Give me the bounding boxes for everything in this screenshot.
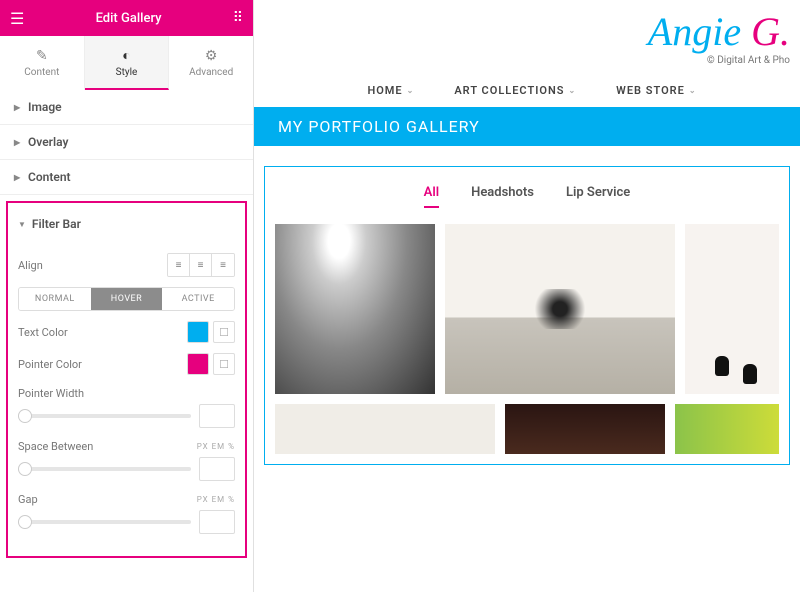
logo-part2: G. [751,9,790,54]
gallery-image[interactable] [275,224,435,394]
align-center-button[interactable]: ≡ [190,254,212,276]
nav-label: HOME [367,84,402,97]
filter-lipservice[interactable]: Lip Service [566,185,630,208]
align-row: Align ≡ ≡ ≡ [18,253,235,277]
text-color-label: Text Color [18,326,187,339]
align-left-icon: ≡ [176,260,182,271]
pointer-width-label: Pointer Width [18,387,84,400]
state-active[interactable]: ACTIVE [162,288,234,310]
gallery-image[interactable] [685,224,779,394]
state-normal[interactable]: NORMAL [19,288,91,310]
pointer-width-slider[interactable] [18,414,191,418]
section-label: Overlay [28,135,68,149]
gallery-filters: All Headshots Lip Service [275,185,779,208]
copyright: © Digital Art & Pho [264,55,790,66]
tab-label: Advanced [189,67,233,78]
pointer-color-clear[interactable]: ☐ [213,353,235,375]
align-right-button[interactable]: ≡ [212,254,234,276]
gallery-grid [275,224,779,394]
nav-home[interactable]: HOME ⌄ [367,84,414,97]
gallery-grid-row2 [275,404,779,454]
tab-content[interactable]: ✎ Content [0,36,85,90]
site-header: Angie G. © Digital Art & Pho [254,0,800,66]
filter-all[interactable]: All [424,185,439,208]
filter-bar-section: ▼ Filter Bar Align ≡ ≡ ≡ NORMAL HOVER AC… [6,201,247,558]
text-color-swatch[interactable] [187,321,209,343]
state-hover[interactable]: HOVER [91,288,163,310]
contrast-icon: ◐ [122,47,130,64]
slider-thumb[interactable] [18,462,32,476]
filter-bar-header[interactable]: ▼ Filter Bar [18,213,235,243]
caret-right-icon: ▶ [14,103,22,112]
pointer-width-row: Pointer Width [18,387,235,428]
section-content[interactable]: ▶ Content [0,160,253,195]
gap-label: Gap [18,493,38,506]
apps-icon[interactable]: ⠿ [233,10,243,26]
section-overlay[interactable]: ▶ Overlay [0,125,253,160]
caret-down-icon: ▼ [18,220,26,229]
gallery-image[interactable] [445,224,675,394]
page-title-bar: MY PORTFOLIO GALLERY [254,107,800,146]
align-label: Align [18,259,167,272]
text-color-clear[interactable]: ☐ [213,321,235,343]
text-color-row: Text Color ☐ [18,321,235,343]
panel-header: ☰ Edit Gallery ⠿ [0,0,253,36]
gap-row: Gap PX EM % [18,493,235,534]
logo[interactable]: Angie G. [264,8,790,55]
pointer-color-row: Pointer Color ☐ [18,353,235,375]
menu-icon[interactable]: ☰ [10,9,24,28]
align-buttons: ≡ ≡ ≡ [167,253,235,277]
nav-store[interactable]: WEB STORE ⌄ [616,84,696,97]
chevron-down-icon: ⌄ [689,86,697,95]
nav-collections[interactable]: ART COLLECTIONS ⌄ [454,84,576,97]
section-label: Content [28,170,71,184]
units-label[interactable]: PX EM % [197,495,235,504]
caret-right-icon: ▶ [14,138,22,147]
filter-headshots[interactable]: Headshots [471,185,534,208]
gallery-widget[interactable]: All Headshots Lip Service [264,166,790,465]
page-title: MY PORTFOLIO GALLERY [278,117,480,136]
align-right-icon: ≡ [220,260,226,271]
gallery-image[interactable] [275,404,495,454]
chevron-down-icon: ⌄ [407,86,415,95]
pointer-width-input[interactable] [199,404,235,428]
tab-style[interactable]: ◐ Style [85,36,170,90]
tab-label: Style [116,67,138,78]
space-between-slider[interactable] [18,467,191,471]
nav-label: WEB STORE [616,84,685,97]
logo-part1: Angie [648,9,751,54]
pencil-icon: ✎ [36,48,48,64]
editor-sidebar: ☰ Edit Gallery ⠿ ✎ Content ◐ Style ⚙ Adv… [0,0,254,592]
slider-thumb[interactable] [18,515,32,529]
clear-icon: ☐ [219,358,229,371]
units-label[interactable]: PX EM % [197,442,235,451]
caret-right-icon: ▶ [14,173,22,182]
tab-advanced[interactable]: ⚙ Advanced [169,36,253,90]
align-left-button[interactable]: ≡ [168,254,190,276]
space-between-row: Space Between PX EM % [18,440,235,481]
panel-tabs: ✎ Content ◐ Style ⚙ Advanced [0,36,253,90]
clear-icon: ☐ [219,326,229,339]
section-label: Image [28,100,62,114]
preview-canvas: Angie G. © Digital Art & Pho HOME ⌄ ART … [254,0,800,592]
gallery-image[interactable] [675,404,779,454]
pointer-color-swatch[interactable] [187,353,209,375]
nav-label: ART COLLECTIONS [454,84,564,97]
gap-input[interactable] [199,510,235,534]
gap-slider[interactable] [18,520,191,524]
space-between-label: Space Between [18,440,93,453]
slider-thumb[interactable] [18,409,32,423]
gear-icon: ⚙ [205,48,218,64]
section-image[interactable]: ▶ Image [0,90,253,125]
state-tabs: NORMAL HOVER ACTIVE [18,287,235,311]
filter-bar-title: Filter Bar [32,217,81,231]
gallery-image[interactable] [505,404,665,454]
align-center-icon: ≡ [198,260,204,271]
panel-title: Edit Gallery [96,11,162,26]
space-between-input[interactable] [199,457,235,481]
main-nav: HOME ⌄ ART COLLECTIONS ⌄ WEB STORE ⌄ [254,66,800,107]
tab-label: Content [24,67,59,78]
pointer-color-label: Pointer Color [18,358,187,371]
chevron-down-icon: ⌄ [568,86,576,95]
